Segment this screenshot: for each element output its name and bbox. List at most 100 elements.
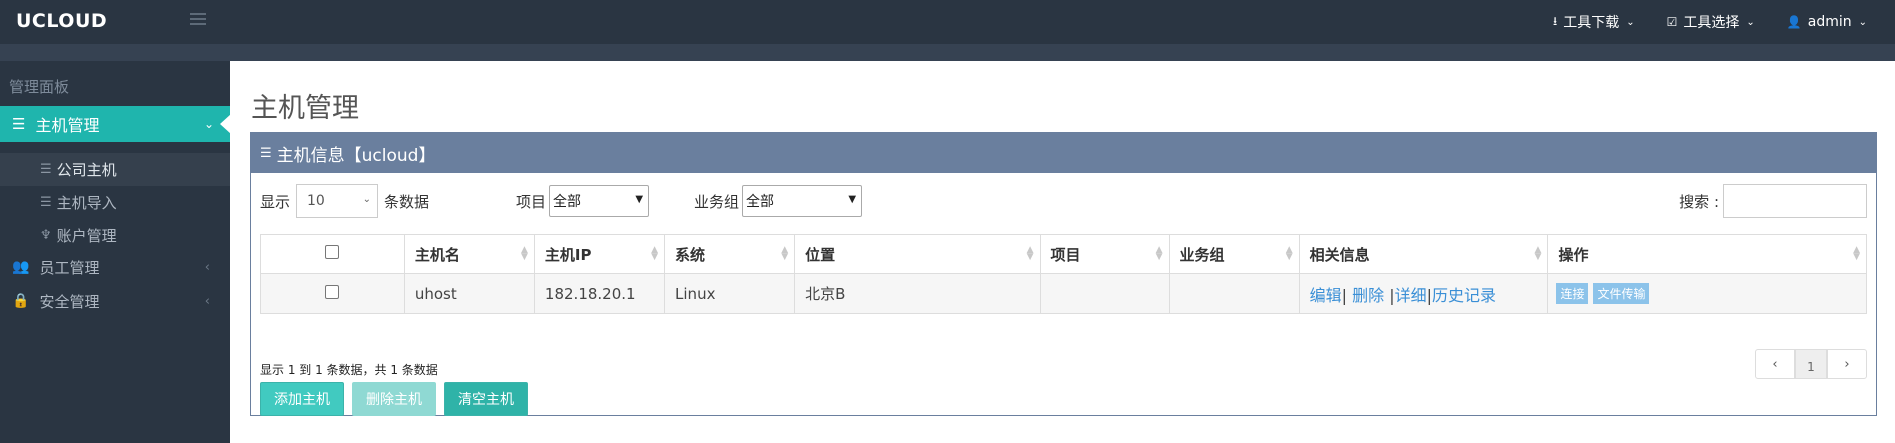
project-label: 项目 bbox=[516, 192, 547, 211]
server-icon: ☰ bbox=[260, 145, 272, 161]
page-length-value: 10 bbox=[307, 193, 325, 209]
related-info-cell: 编辑| 删除 |详细|历史记录 bbox=[1298, 273, 1549, 314]
tool-select-menu[interactable]: ☑ 工具选择 ⌄ bbox=[1667, 12, 1755, 32]
sort-icon: ▲ ▼ bbox=[1853, 245, 1860, 262]
history-link[interactable]: 历史记录 bbox=[1432, 286, 1496, 305]
show-label: 显示 bbox=[260, 192, 291, 211]
sort-icon: ▲ ▼ bbox=[1534, 245, 1542, 262]
user-menu[interactable]: 👤 admin ⌄ bbox=[1787, 14, 1867, 30]
chevron-down-icon: ⌄ bbox=[362, 194, 372, 205]
group-value: 全部 bbox=[746, 194, 775, 210]
tool-select-label: 工具选择 bbox=[1683, 15, 1740, 31]
project-select[interactable]: 全部 ▼ bbox=[549, 185, 650, 217]
sidebar-item-host-management[interactable]: ☰ 主机管理 ⌄ bbox=[0, 106, 231, 142]
column-header[interactable]: 业务组 ▲ ▼ bbox=[1168, 234, 1300, 274]
sidebar-item-staff-management[interactable]: 👥 员工管理 ‹ bbox=[0, 249, 230, 285]
table-info: 显示 1 到 1 条数据，共 1 条数据 bbox=[260, 363, 438, 377]
tool-download-label: 工具下载 bbox=[1563, 15, 1620, 31]
row-select-cell bbox=[260, 273, 405, 314]
group-cell bbox=[1168, 273, 1300, 314]
sort-icon: ▲ ▼ bbox=[1026, 245, 1034, 262]
connect-button[interactable]: 连接 bbox=[1556, 283, 1589, 304]
column-header[interactable]: 主机IP ▲ ▼ bbox=[533, 234, 666, 274]
server-icon: ☰ bbox=[12, 115, 26, 133]
search-label: 搜索 : bbox=[1679, 192, 1719, 211]
sort-icon: ▲ ▼ bbox=[651, 245, 659, 262]
chevron-left-icon: ‹ bbox=[204, 259, 210, 275]
location-cell: 北京B bbox=[794, 273, 1041, 314]
detail-link[interactable]: 详细 bbox=[1395, 286, 1427, 305]
delete-host-button[interactable]: 删除主机 bbox=[352, 382, 436, 416]
page-title: 主机管理 bbox=[251, 93, 359, 124]
host-table: 主机名 ▲ ▼ 主机IP ▲ ▼ 系统 ▲ ▼ 位置 ▲ ▼ 项目 ▲ ▼ 业务组 ▲ ▼ 相关信息 ▲ ▼… bbox=[260, 234, 1867, 314]
group-select[interactable]: 全部 ▼ bbox=[742, 185, 863, 217]
sidebar-submenu: ☰ 公司主机 ☰ 主机导入 ♆ 账户管理 bbox=[0, 153, 230, 252]
users-icon: 👥 bbox=[12, 259, 30, 275]
sidebar-item-security-management[interactable]: 🔒 安全管理 ‹ bbox=[0, 283, 230, 319]
search-input[interactable] bbox=[1723, 184, 1867, 218]
sidebar-subitem-account-management[interactable]: ♆ 账户管理 bbox=[0, 219, 230, 252]
sidebar-subitem-company-hosts[interactable]: ☰ 公司主机 bbox=[0, 153, 230, 186]
ip-cell: 182.18.20.1 bbox=[533, 273, 666, 314]
sort-icon: ▲ ▼ bbox=[1155, 245, 1163, 262]
chevron-down-icon: ⌄ bbox=[1746, 16, 1755, 28]
server-icon: ☰ bbox=[40, 162, 52, 177]
sidebar-subitem-host-import[interactable]: ☰ 主机导入 bbox=[0, 186, 230, 219]
page-1-button[interactable]: 1 bbox=[1795, 349, 1827, 379]
select-all-header bbox=[260, 234, 405, 274]
file-transfer-button[interactable]: 文件传输 bbox=[1593, 283, 1650, 304]
sort-icon: ▲ ▼ bbox=[521, 245, 528, 262]
rows-label: 条数据 bbox=[384, 192, 430, 211]
edit-link[interactable]: 编辑 bbox=[1310, 286, 1342, 305]
sidebar-subitem-label: 公司主机 bbox=[56, 161, 117, 179]
prev-page-button[interactable]: ‹ bbox=[1755, 349, 1795, 379]
server-icon: ☰ bbox=[40, 195, 52, 210]
panel-title: 主机信息【ucloud】 bbox=[276, 145, 436, 166]
delete-link[interactable]: 删除 bbox=[1352, 286, 1384, 305]
app-logo[interactable]: UCLOUD bbox=[16, 10, 107, 32]
header-strip bbox=[0, 44, 1895, 61]
clear-hosts-button[interactable]: 清空主机 bbox=[444, 382, 528, 416]
table-controls: 显示 10 ⌄ 条数据 项目 全部 ▼ 业务组 全部 ▼ 搜索: bbox=[260, 184, 1867, 218]
tool-download-menu[interactable]: ⭳ 工具下载 ⌄ bbox=[1553, 12, 1635, 33]
add-host-button[interactable]: 添加主机 bbox=[260, 382, 344, 416]
checkbox-icon: ☑ bbox=[1666, 15, 1678, 29]
menu-toggle-icon[interactable] bbox=[190, 13, 206, 27]
user-name: admin bbox=[1807, 14, 1852, 30]
page-length-control: 显示 10 ⌄ 条数据 bbox=[260, 184, 429, 218]
table-row: uhost 182.18.20.1 Linux 北京B 编辑| 删除 |详细|历… bbox=[260, 273, 1867, 314]
download-icon: ⭳ bbox=[1553, 13, 1558, 28]
select-all-checkbox[interactable] bbox=[325, 245, 340, 259]
next-page-button[interactable]: › bbox=[1827, 349, 1867, 379]
column-header[interactable]: 系统 ▲ ▼ bbox=[664, 234, 796, 274]
sidebar-subitem-label: 主机导入 bbox=[56, 194, 117, 212]
column-header[interactable]: 位置 ▲ ▼ bbox=[794, 234, 1041, 274]
project-value: 全部 bbox=[553, 194, 582, 210]
search-control: 搜索 : bbox=[1679, 184, 1867, 218]
sort-icon: ▲ ▼ bbox=[781, 245, 789, 262]
column-header[interactable]: 操作 ▲ ▼ bbox=[1547, 234, 1867, 274]
sidebar-subitem-label: 账户管理 bbox=[56, 227, 117, 245]
sidebar-item-label: 安全管理 bbox=[39, 292, 100, 311]
caret-down-icon: ▼ bbox=[848, 194, 857, 205]
chevron-left-icon: ‹ bbox=[204, 293, 210, 309]
chevron-down-icon: ⌄ bbox=[1858, 16, 1867, 28]
column-header[interactable]: 主机名 ▲ ▼ bbox=[403, 234, 535, 274]
column-header[interactable]: 项目 ▲ ▼ bbox=[1039, 234, 1170, 274]
caret-down-icon: ▼ bbox=[635, 194, 644, 205]
column-header[interactable]: 相关信息 ▲ ▼ bbox=[1298, 234, 1549, 274]
sidebar-heading: 管理面板 bbox=[9, 78, 70, 96]
sort-icon: ▲ ▼ bbox=[1285, 245, 1293, 262]
os-cell: Linux bbox=[664, 273, 796, 314]
sidebar-item-label: 员工管理 bbox=[39, 258, 100, 277]
chevron-down-icon: ⌄ bbox=[1626, 16, 1635, 28]
panel-header: ☰ 主机信息【ucloud】 bbox=[251, 133, 1876, 173]
chevron-down-icon: ⌄ bbox=[203, 117, 214, 131]
main-content: 主机管理 ☰ 主机信息【ucloud】 显示 10 ⌄ 条数据 项目 全部 ▼ bbox=[230, 61, 1895, 443]
project-cell bbox=[1039, 273, 1170, 314]
project-filter: 项目 全部 ▼ bbox=[516, 185, 650, 217]
row-checkbox[interactable] bbox=[325, 284, 340, 299]
page-length-select[interactable]: 10 ⌄ bbox=[296, 184, 379, 218]
group-filter: 业务组 全部 ▼ bbox=[694, 185, 863, 217]
host-info-panel: ☰ 主机信息【ucloud】 显示 10 ⌄ 条数据 项目 全部 ▼ 业务组 全… bbox=[250, 132, 1877, 416]
